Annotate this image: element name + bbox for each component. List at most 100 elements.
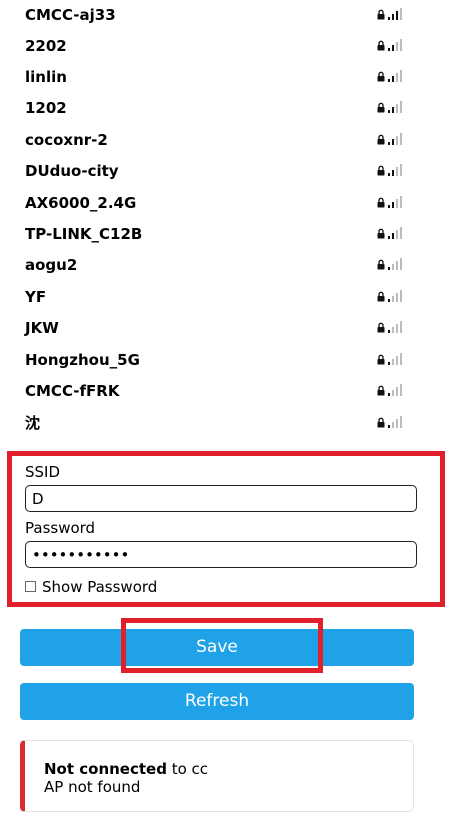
signal-bar [392, 202, 394, 208]
wifi-network-item[interactable]: aogu2 [0, 251, 474, 281]
wifi-network-item[interactable]: 2202 [0, 32, 474, 62]
signal-bar [396, 73, 398, 82]
wifi-signal-icon [388, 163, 404, 176]
signal-bar [388, 48, 390, 51]
show-password-label: Show Password [42, 578, 158, 596]
signal-bar [400, 39, 402, 51]
wifi-ssid-label: CMCC-fFRK [25, 382, 120, 400]
credentials-form-highlight: SSID Password Show Password [7, 451, 445, 607]
wifi-ssid-label: 沈 [25, 414, 41, 432]
wifi-network-item[interactable]: AX6000_2.4G [0, 189, 474, 219]
password-input[interactable] [25, 541, 417, 568]
signal-bar [388, 17, 390, 20]
signal-bar [388, 173, 390, 176]
signal-bar [388, 205, 390, 208]
signal-bar [400, 290, 402, 302]
wifi-ssid-label: aogu2 [25, 256, 78, 274]
signal-bar [392, 233, 394, 239]
signal-bar [396, 42, 398, 51]
lock-icon [377, 322, 385, 333]
signal-bar [400, 416, 402, 428]
signal-bar [396, 387, 398, 396]
wifi-signal-icon [388, 257, 404, 270]
signal-bar [392, 327, 394, 333]
wifi-signal-icon [388, 132, 404, 145]
wifi-signal-icon [388, 352, 404, 365]
signal-bar [392, 296, 394, 302]
signal-bar [396, 167, 398, 176]
wifi-signal-icon [388, 226, 404, 239]
signal-bar [400, 384, 402, 396]
wifi-network-item[interactable]: CMCC-fFRK [0, 377, 474, 407]
status-line: Not connected to cc [44, 760, 208, 778]
signal-bar [396, 104, 398, 113]
signal-bar [396, 261, 398, 270]
signal-bar [400, 321, 402, 333]
ssid-label: SSID [25, 463, 61, 481]
signal-bar [400, 164, 402, 176]
signal-bar [396, 356, 398, 365]
connection-status-panel: Not connected to cc AP not found [20, 740, 414, 812]
wifi-network-item[interactable]: linlin [0, 63, 474, 93]
wifi-network-item[interactable]: DUduo-city [0, 157, 474, 187]
ssid-input[interactable] [25, 485, 417, 512]
signal-bar [396, 11, 398, 20]
signal-bar [388, 267, 390, 270]
lock-icon [377, 40, 385, 51]
signal-bar [388, 299, 390, 302]
signal-bar [396, 293, 398, 302]
wifi-signal-icon [388, 383, 404, 396]
signal-bar [392, 264, 394, 270]
lock-icon [377, 417, 385, 428]
status-target: to cc [166, 760, 209, 778]
signal-bar [396, 419, 398, 428]
status-detail: AP not found [44, 778, 141, 796]
wifi-signal-icon [388, 69, 404, 82]
show-password-checkbox[interactable] [25, 581, 36, 592]
signal-bar [400, 353, 402, 365]
wifi-network-item[interactable]: 1202 [0, 94, 474, 124]
wifi-ssid-label: cocoxnr-2 [25, 131, 108, 149]
wifi-signal-icon [388, 7, 404, 20]
signal-bar [396, 136, 398, 145]
signal-bar [392, 390, 394, 396]
lock-icon [377, 165, 385, 176]
signal-bar [392, 170, 394, 176]
wifi-signal-icon [388, 100, 404, 113]
wifi-network-item[interactable]: Hongzhou_5G [0, 346, 474, 376]
signal-bar [388, 110, 390, 113]
wifi-signal-icon [388, 320, 404, 333]
signal-bar [392, 14, 394, 20]
wifi-network-item[interactable]: TP-LINK_C12B [0, 220, 474, 250]
wifi-signal-icon [388, 195, 404, 208]
wifi-ssid-label: CMCC-aj33 [25, 6, 116, 24]
signal-bar [388, 425, 390, 428]
signal-bar [388, 393, 390, 396]
signal-bar [400, 8, 402, 20]
wifi-network-item[interactable]: YF [0, 283, 474, 313]
refresh-button[interactable]: Refresh [20, 683, 414, 720]
lock-icon [377, 197, 385, 208]
signal-bar [392, 139, 394, 145]
wifi-network-item[interactable]: cocoxnr-2 [0, 126, 474, 156]
wifi-ssid-label: DUduo-city [25, 162, 119, 180]
signal-bar [400, 258, 402, 270]
signal-bar [396, 324, 398, 333]
signal-bar [400, 133, 402, 145]
signal-bar [400, 70, 402, 82]
lock-icon [377, 291, 385, 302]
signal-bar [388, 330, 390, 333]
wifi-network-item[interactable]: JKW [0, 314, 474, 344]
wifi-signal-icon [388, 415, 404, 428]
wifi-ssid-label: 1202 [25, 99, 67, 117]
wifi-network-item[interactable]: CMCC-aj33 [0, 1, 474, 31]
lock-icon [377, 71, 385, 82]
lock-icon [377, 134, 385, 145]
signal-bar [388, 236, 390, 239]
wifi-network-item[interactable]: 沈 [0, 409, 474, 439]
wifi-ssid-label: 2202 [25, 37, 67, 55]
signal-bar [392, 45, 394, 51]
signal-bar [392, 76, 394, 82]
wifi-ssid-label: TP-LINK_C12B [25, 225, 143, 243]
signal-bar [392, 107, 394, 113]
